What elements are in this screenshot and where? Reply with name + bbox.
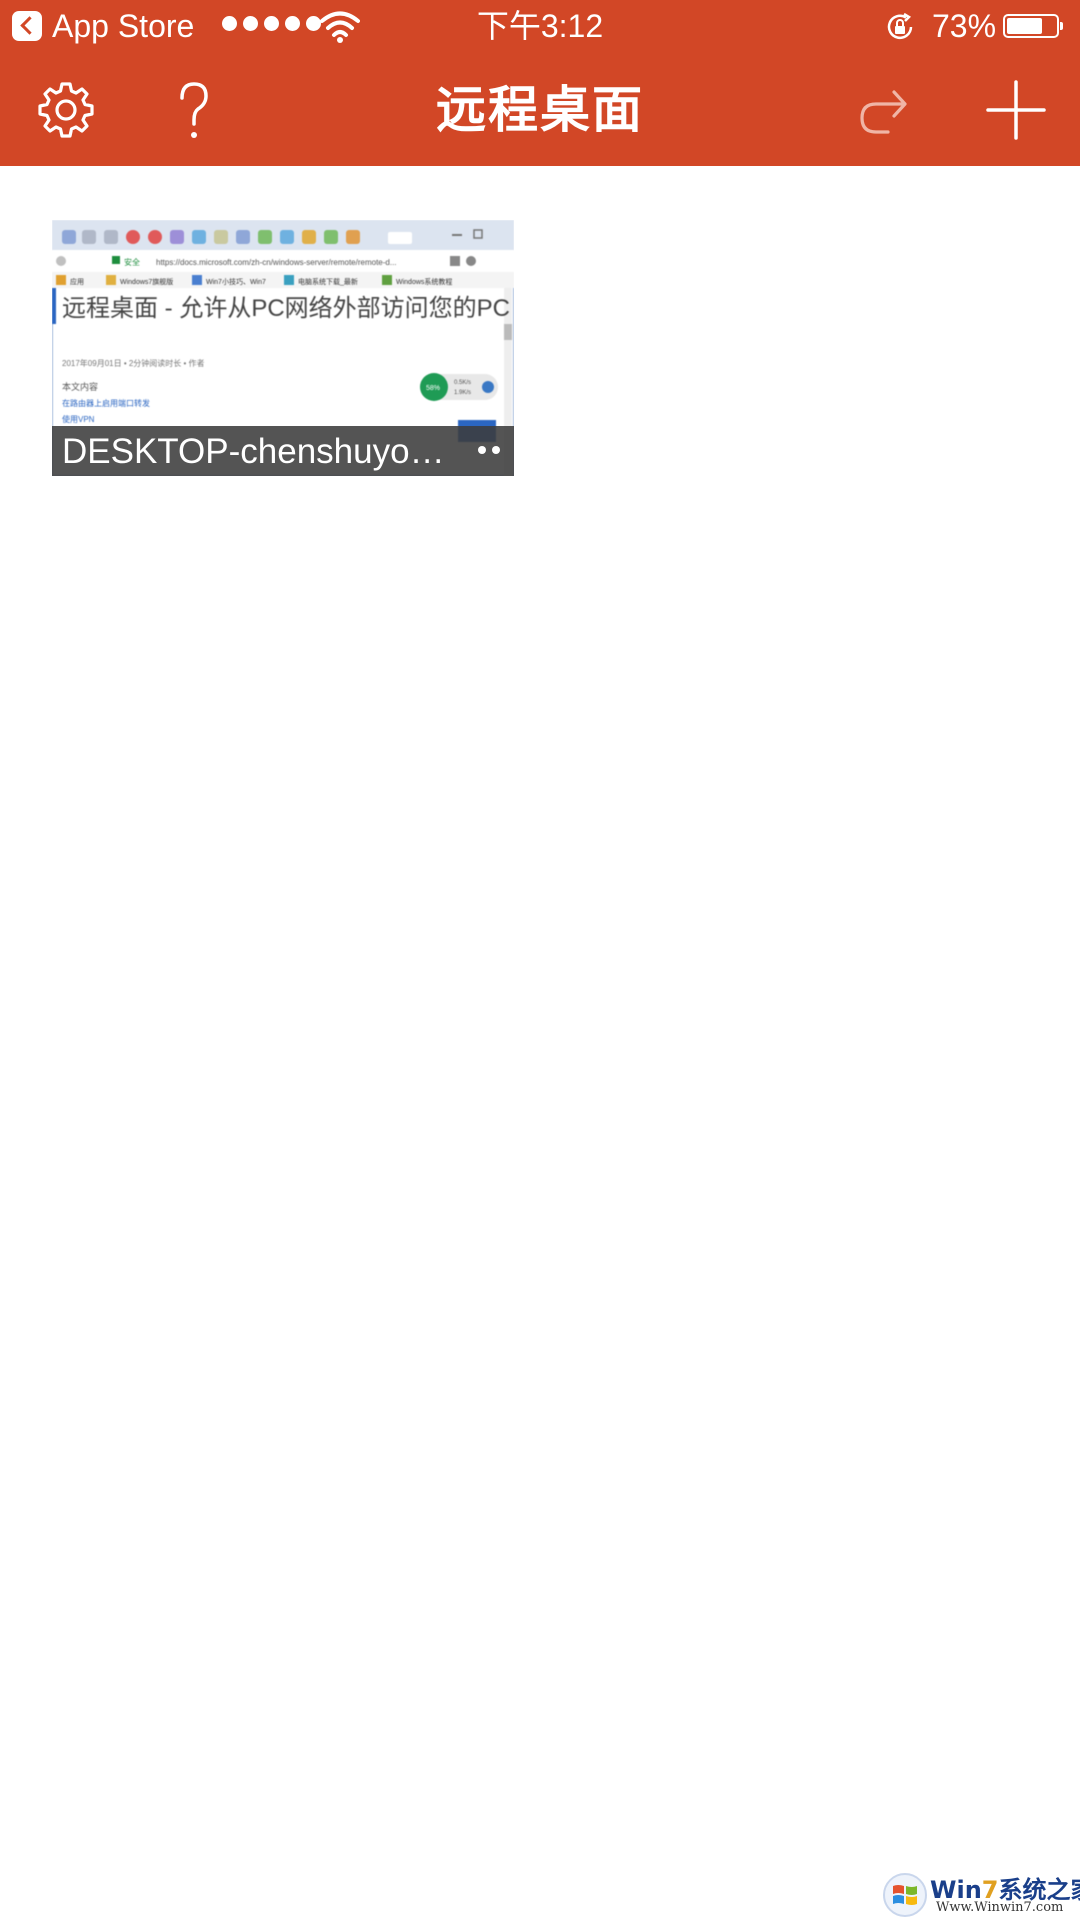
thumb-bookmark-0: 应用 bbox=[70, 277, 84, 286]
windows-logo-icon bbox=[883, 1873, 927, 1917]
redo-arrow-icon bbox=[860, 90, 907, 134]
app-header: App Store 下午3:12 73% 远程桌面 bbox=[0, 0, 1080, 166]
thumb-speed-down: 1.9K/s bbox=[454, 390, 471, 396]
battery-percentage: 73% bbox=[932, 8, 997, 44]
thumb-speed-up: 0.5K/s bbox=[454, 380, 471, 386]
thumb-url: https://docs.microsoft.com/zh-cn/windows… bbox=[156, 258, 397, 267]
thumb-speed-widget: 58% 0.5K/s 1.9K/s bbox=[420, 373, 498, 401]
thumb-bookmark-1: Windows7旗舰版 bbox=[120, 277, 173, 286]
thumb-heading: 远程桌面 - 允许从PC网络外部访问您的PC bbox=[62, 295, 510, 322]
desktop-name-label: DESKTOP-chenshuyong… bbox=[62, 432, 454, 471]
desktop-connection-tile[interactable]: 安全 https://docs.microsoft.com/zh-cn/wind… bbox=[52, 220, 514, 476]
status-time: 下午3:12 bbox=[476, 8, 604, 44]
page-title: 远程桌面 bbox=[436, 82, 644, 138]
add-plus-icon[interactable] bbox=[984, 78, 1048, 142]
thumb-meta: 2017年09月01日 • 2分钟阅读时长 • 作者 bbox=[62, 358, 205, 368]
navigation-bar: 远程桌面 bbox=[0, 54, 1080, 166]
thumb-bookmark-2: Win7小技巧、Win7 bbox=[206, 277, 266, 286]
thumb-link-1: 使用VPN bbox=[62, 414, 95, 424]
more-options-icon[interactable] bbox=[478, 446, 500, 454]
thumb-toc-label: 本文内容 bbox=[62, 381, 98, 392]
tile-caption-bar: DESKTOP-chenshuyong… bbox=[52, 426, 514, 476]
watermark-url: Www.Winwin7.com bbox=[936, 1900, 1064, 1915]
thumb-secure-label: 安全 bbox=[124, 257, 140, 267]
rotation-lock-icon bbox=[887, 12, 913, 40]
thumb-bookmark-3: 电脑系统下载_最新 bbox=[298, 277, 358, 286]
thumb-link-0: 在路由器上启用端口转发 bbox=[62, 398, 150, 408]
site-watermark: Win7系统之家 Www.Winwin7.com bbox=[882, 1868, 1080, 1918]
thumb-bookmark-4: Windows系统教程 bbox=[396, 277, 452, 286]
battery-level-fill bbox=[1007, 18, 1042, 34]
thumb-speed-badge: 58% bbox=[426, 385, 440, 392]
battery-icon bbox=[1003, 14, 1063, 38]
status-bar: App Store 下午3:12 73% bbox=[0, 0, 1080, 54]
